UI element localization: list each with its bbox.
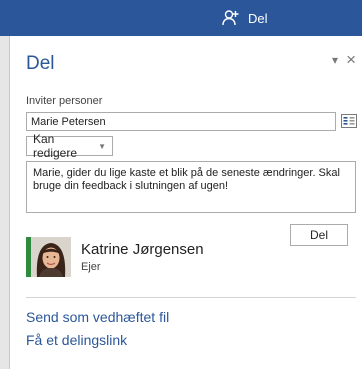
person-info: Katrine Jørgensen Ejer: [81, 241, 204, 273]
add-person-icon: [222, 9, 240, 27]
avatar: [31, 237, 71, 277]
title-bar: Del: [0, 0, 362, 36]
invite-input[interactable]: [26, 112, 336, 131]
address-book-icon[interactable]: [341, 113, 357, 129]
send-share-button[interactable]: Del: [290, 224, 348, 246]
message-field[interactable]: Marie, gider du lige kaste et blik på de…: [26, 161, 356, 213]
divider: [26, 297, 356, 298]
person-name: Katrine Jørgensen: [81, 241, 204, 258]
send-as-attachment-link[interactable]: Send som vedhæftet fil: [26, 309, 169, 325]
get-sharing-link[interactable]: Få et delingslink: [26, 332, 127, 348]
invite-label: Inviter personer: [26, 95, 103, 107]
chevron-down-icon[interactable]: ▾: [332, 53, 338, 67]
pane-controls: ▾ ×: [332, 51, 356, 68]
permission-dropdown[interactable]: Kan redigere ▼: [26, 132, 113, 160]
shared-person: Katrine Jørgensen Ejer: [26, 237, 204, 277]
pane-title: Del: [26, 53, 55, 74]
permission-value: Kan redigere: [33, 132, 78, 160]
chevron-down-icon: ▼: [98, 141, 106, 151]
share-pane: Del ▾ × Inviter personer Kan redigere ▼ …: [9, 36, 362, 369]
share-button-label: Del: [248, 10, 268, 26]
person-role: Ejer: [81, 261, 101, 273]
close-icon[interactable]: ×: [346, 51, 356, 68]
share-button[interactable]: Del: [222, 5, 268, 31]
